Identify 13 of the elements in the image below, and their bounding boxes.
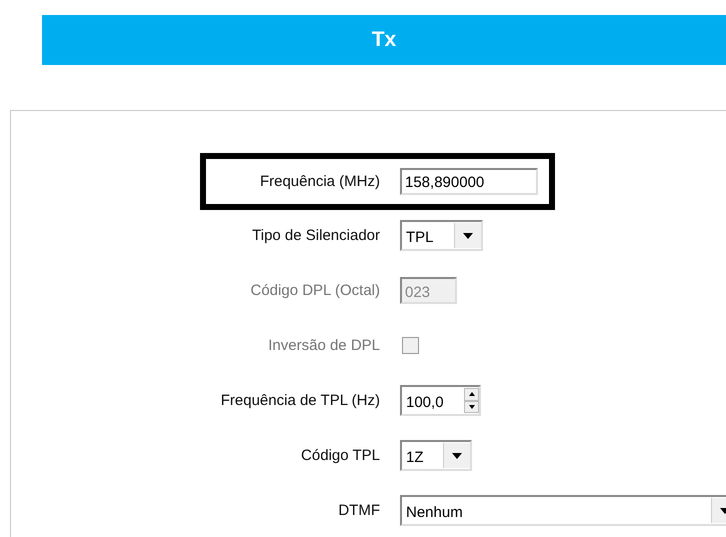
field-label: Frequência (MHz) bbox=[258, 172, 380, 190]
field-label: Inversão de DPL bbox=[267, 337, 380, 354]
text-field[interactable]: 158,890000 bbox=[400, 168, 538, 194]
field-label: DTMF bbox=[337, 502, 380, 519]
dropdown[interactable]: 1Z bbox=[400, 440, 472, 471]
dropdown[interactable]: TPL bbox=[400, 220, 483, 251]
spinner-field[interactable]: 100,0 bbox=[400, 385, 481, 416]
dropdown[interactable]: Nenhum bbox=[400, 495, 726, 526]
field-label: Código DPL (Octal) bbox=[250, 282, 380, 299]
field-label: Código TPL bbox=[300, 447, 380, 464]
field-label: Tipo de Silenciador bbox=[251, 227, 380, 244]
header-title: Tx bbox=[372, 28, 396, 52]
field-label: Frequência de TPL (Hz) bbox=[220, 392, 380, 409]
